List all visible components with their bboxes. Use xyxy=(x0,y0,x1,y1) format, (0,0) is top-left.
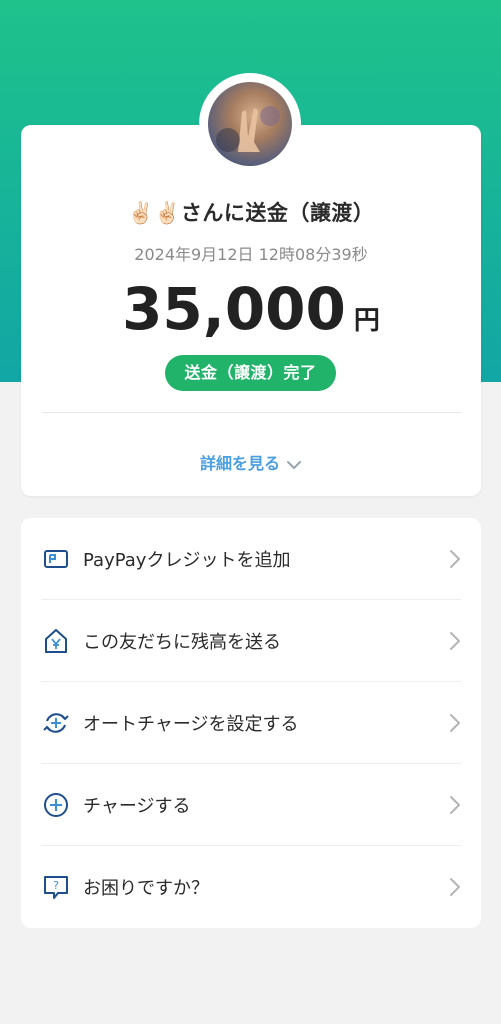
avatar-image xyxy=(208,82,292,166)
menu-item-label: オートチャージを設定する xyxy=(83,714,299,735)
yen-send-icon xyxy=(42,627,70,655)
menu-item-label: この友だちに残高を送る xyxy=(83,632,281,653)
menu-item-charge[interactable]: チャージする xyxy=(21,764,481,846)
credit-card-icon xyxy=(42,545,70,573)
chevron-right-icon xyxy=(449,631,461,651)
chevron-right-icon xyxy=(449,713,461,733)
recipient-title: ✌🏻✌🏻さんに送金（譲渡） xyxy=(127,201,375,225)
recipient-avatar[interactable] xyxy=(199,73,301,175)
action-menu: PayPayクレジットを追加 この友だちに残高を送る オートチャージを設定する … xyxy=(21,518,481,928)
menu-item-add-credit[interactable]: PayPayクレジットを追加 xyxy=(21,518,481,600)
menu-item-label: お困りですか？ xyxy=(83,878,209,899)
menu-item-label: PayPayクレジットを追加 xyxy=(83,550,291,571)
view-details-link[interactable]: 詳細を見る xyxy=(21,450,481,474)
amount-row: 35,000 円 xyxy=(21,275,481,343)
menu-item-help[interactable]: ? お困りですか？ xyxy=(21,846,481,928)
help-chat-icon: ? xyxy=(42,873,70,901)
chevron-right-icon xyxy=(449,795,461,815)
menu-item-label: チャージする xyxy=(83,796,191,817)
svg-text:?: ? xyxy=(53,879,59,892)
menu-item-send-balance[interactable]: この友だちに残高を送る xyxy=(21,600,481,682)
transfer-datetime: 2024年9月12日 12時08分39秒 xyxy=(134,245,368,264)
chevron-right-icon xyxy=(449,877,461,897)
divider xyxy=(42,412,461,413)
currency-unit: 円 xyxy=(353,306,380,336)
menu-item-auto-charge[interactable]: オートチャージを設定する xyxy=(21,682,481,764)
auto-charge-icon xyxy=(42,709,70,737)
plus-circle-icon xyxy=(42,791,70,819)
transfer-summary-card: ✌🏻✌🏻さんに送金（譲渡） 2024年9月12日 12時08分39秒 35,00… xyxy=(21,125,481,496)
chevron-down-icon xyxy=(286,455,302,474)
view-details-label: 詳細を見る xyxy=(199,454,280,473)
status-badge: 送金（譲渡）完了 xyxy=(165,355,336,391)
chevron-right-icon xyxy=(449,549,461,569)
transfer-amount: 35,000 xyxy=(122,275,346,343)
